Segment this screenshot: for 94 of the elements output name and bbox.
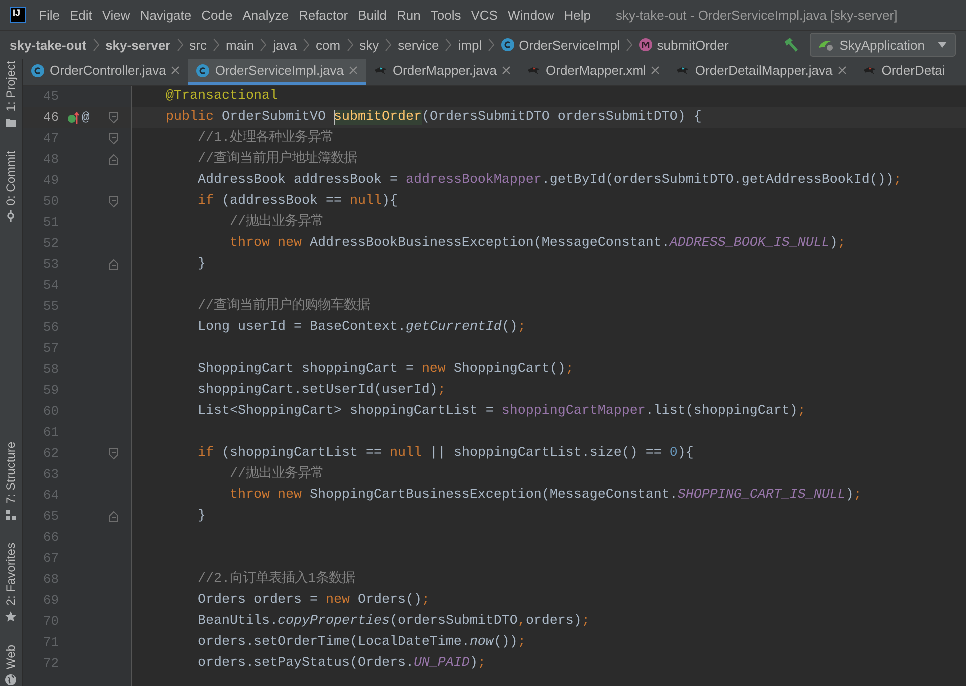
menu-item[interactable]: Navigate	[135, 8, 197, 22]
line-number: 46	[42, 110, 59, 125]
breadcrumb[interactable]: java	[273, 38, 298, 52]
fold-marker-icon[interactable]	[109, 510, 119, 522]
tool-window-tab[interactable]: 2: Favorites	[4, 542, 18, 606]
app-logo: IJ	[10, 7, 26, 23]
code-line: @Transactional	[164, 88, 278, 106]
code-line: shoppingCart.setUserId(userId);	[196, 382, 446, 400]
tool-window-tab[interactable]: 0: Commit	[4, 150, 18, 206]
chevron-icon	[303, 38, 310, 52]
chevron-icon	[385, 38, 392, 52]
breadcrumb[interactable]: com	[316, 38, 341, 52]
code-line: if (shoppingCartList == null || shoppingCartList.size() == 0){	[196, 445, 694, 463]
fold-marker-icon[interactable]	[109, 448, 119, 460]
code-line: //查询当前用户地址簿数据	[196, 150, 357, 169]
close-icon[interactable]	[651, 66, 660, 75]
editor-tab[interactable]: OrderDetai	[854, 59, 954, 85]
close-icon[interactable]	[502, 66, 511, 75]
star-icon	[5, 610, 17, 623]
code-line: Orders orders = new Orders();	[196, 592, 430, 610]
method-icon	[639, 38, 654, 52]
breadcrumb[interactable]: main	[226, 38, 254, 52]
code-line: ShoppingCart shoppingCart = new ShoppingCart();	[196, 361, 574, 379]
close-icon[interactable]	[838, 66, 847, 75]
breadcrumb[interactable]: OrderServiceImpl	[501, 38, 620, 52]
menu-item[interactable]: Refactor	[294, 8, 354, 22]
code-line: List<ShoppingCart> shoppingCartList = shoppingCartMapper.list(shoppingCart);	[196, 403, 806, 421]
breadcrumb[interactable]: sky-server	[106, 38, 171, 52]
tool-window-tab[interactable]: Web	[4, 644, 18, 669]
code-line: orders.setPayStatus(Orders.UN_PAID);	[196, 655, 486, 673]
close-icon[interactable]	[171, 66, 180, 75]
window-title: sky-take-out - OrderServiceImpl.java [sky-server]	[616, 8, 898, 22]
close-icon[interactable]	[348, 66, 358, 75]
fold-marker-icon[interactable]	[109, 258, 119, 270]
code-line: //1.处理各种业务异常	[196, 128, 334, 148]
fold-marker-icon[interactable]	[109, 112, 119, 124]
fold-marker-icon[interactable]	[109, 154, 119, 166]
breadcrumb[interactable]: impl	[458, 38, 482, 52]
code-line: AddressBook addressBook = addressBookMapper.getById(ordersSubmitDTO.getAddressBookId());	[196, 172, 902, 190]
code-line: }	[196, 256, 206, 274]
menu-item[interactable]: Tools	[426, 8, 466, 22]
menu-item[interactable]: View	[97, 8, 136, 22]
class-icon	[31, 64, 45, 78]
menu-item[interactable]: File	[34, 8, 65, 22]
editor-tab[interactable]: OrderServiceImpl.java	[188, 59, 366, 85]
caret-icon	[938, 42, 947, 48]
code-line: //2.向订单表插入1条数据	[196, 570, 355, 589]
code-line: if (addressBook == null){	[196, 193, 398, 211]
menu-item[interactable]: Run	[392, 8, 426, 22]
editor-tab[interactable]: OrderMapper.xml	[519, 59, 668, 85]
editor-tab[interactable]: OrderMapper.java	[366, 59, 519, 85]
fold-marker-icon[interactable]	[109, 132, 119, 144]
breadcrumb[interactable]: sky	[360, 38, 380, 52]
chevron-icon	[212, 38, 220, 52]
code-line: Long userId = BaseContext.getCurrentId();	[196, 319, 526, 337]
tool-window-tab[interactable]: 1: Project	[4, 61, 18, 112]
override-icon[interactable]	[67, 110, 81, 124]
menu-item[interactable]: VCS	[466, 8, 503, 22]
chevron-icon	[626, 38, 634, 52]
menu-item[interactable]: Analyze	[238, 8, 294, 22]
gutter-marker[interactable]: @	[82, 110, 90, 125]
class-icon	[196, 64, 210, 78]
menu-item[interactable]: Build	[353, 8, 392, 22]
structure-icon	[5, 508, 17, 521]
menu-item[interactable]: Help	[559, 8, 596, 22]
editor-tab[interactable]: OrderController.java	[23, 59, 188, 85]
code-line: //查询当前用户的购物车数据	[196, 296, 370, 316]
menu-item[interactable]: Code	[196, 8, 238, 22]
code-line: orders.setOrderTime(LocalDateTime.now());	[196, 634, 526, 652]
run-config-dropdown[interactable]: SkyApplication	[810, 33, 956, 57]
code-line: throw new AddressBookBusinessException(MessageConstant.ADDRESS_BOOK_IS_NULL);	[228, 235, 846, 253]
fold-marker-icon[interactable]	[109, 196, 119, 208]
code-line: //抛出业务异常	[228, 464, 324, 484]
breadcrumb[interactable]: service	[398, 38, 440, 52]
chevron-icon	[92, 38, 100, 52]
chevron-icon	[346, 38, 354, 52]
class-icon	[501, 38, 516, 52]
chevron-icon	[488, 38, 496, 52]
breadcrumb[interactable]: submitOrder	[639, 38, 729, 52]
code-line: }	[196, 508, 206, 526]
folder-icon	[5, 116, 17, 129]
code-line: BeanUtils.copyProperties(ordersSubmitDTO,orders);	[196, 613, 590, 631]
commit-icon	[5, 210, 17, 222]
code-line: throw new ShoppingCartBusinessException(MessageConstant.SHOPPING_CART_IS_NULL);	[228, 487, 862, 505]
code-line: //抛出业务异常	[228, 212, 324, 232]
breadcrumb[interactable]: sky-take-out	[10, 38, 87, 52]
menu-item[interactable]: Window	[502, 8, 560, 22]
chevron-icon	[445, 38, 452, 52]
breadcrumb[interactable]: src	[190, 38, 207, 52]
menu-item[interactable]: Edit	[64, 8, 98, 22]
tool-window-tab[interactable]: 7: Structure	[4, 442, 18, 504]
chevron-icon	[176, 38, 184, 52]
chevron-icon	[260, 38, 268, 52]
editor-tab[interactable]: OrderDetailMapper.java	[668, 59, 855, 85]
